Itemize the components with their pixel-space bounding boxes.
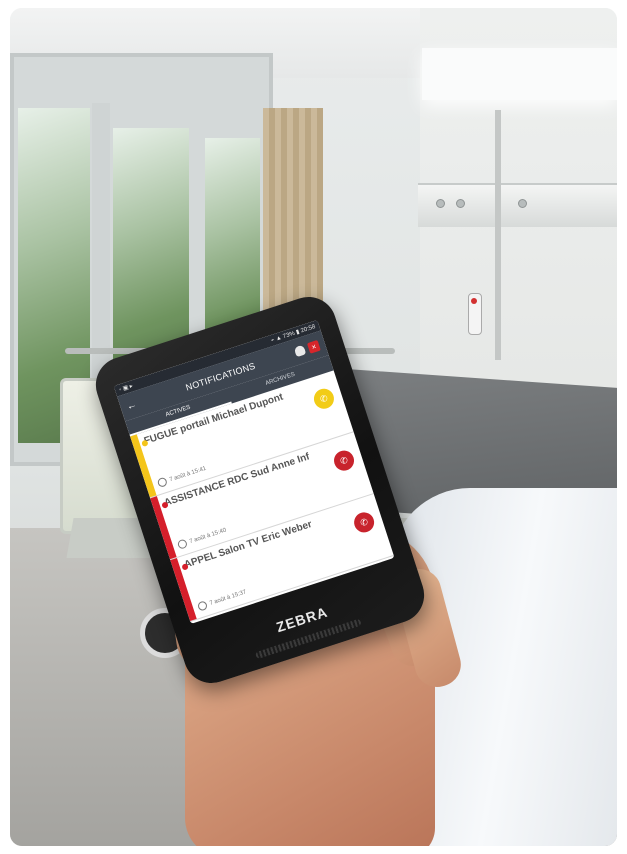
bell-icon[interactable] <box>293 344 307 358</box>
alert-time-text: 7 août à 15:41 <box>168 465 207 483</box>
wall-outlet <box>436 199 445 208</box>
alert-time: 7 août à 15:37 <box>196 587 248 612</box>
phone-call-icon[interactable]: ✆ <box>311 386 337 412</box>
clock-icon <box>156 476 169 488</box>
ceiling-light <box>422 48 617 100</box>
phone-call-icon[interactable]: ✆ <box>351 509 377 536</box>
wall-outlet <box>518 199 527 208</box>
alert-time-text: 7 août à 15:40 <box>188 527 227 545</box>
wall-outlet <box>456 199 465 208</box>
clock-icon <box>196 600 209 612</box>
trapeze-pole <box>495 110 501 360</box>
alert-time-text: 7 août à 15:37 <box>208 588 248 607</box>
back-arrow-icon[interactable]: ← <box>125 399 138 413</box>
call-button-dot <box>471 298 477 304</box>
clock-icon <box>176 538 189 550</box>
phone-call-icon[interactable]: ✆ <box>331 447 357 474</box>
close-icon[interactable]: × <box>306 339 321 354</box>
